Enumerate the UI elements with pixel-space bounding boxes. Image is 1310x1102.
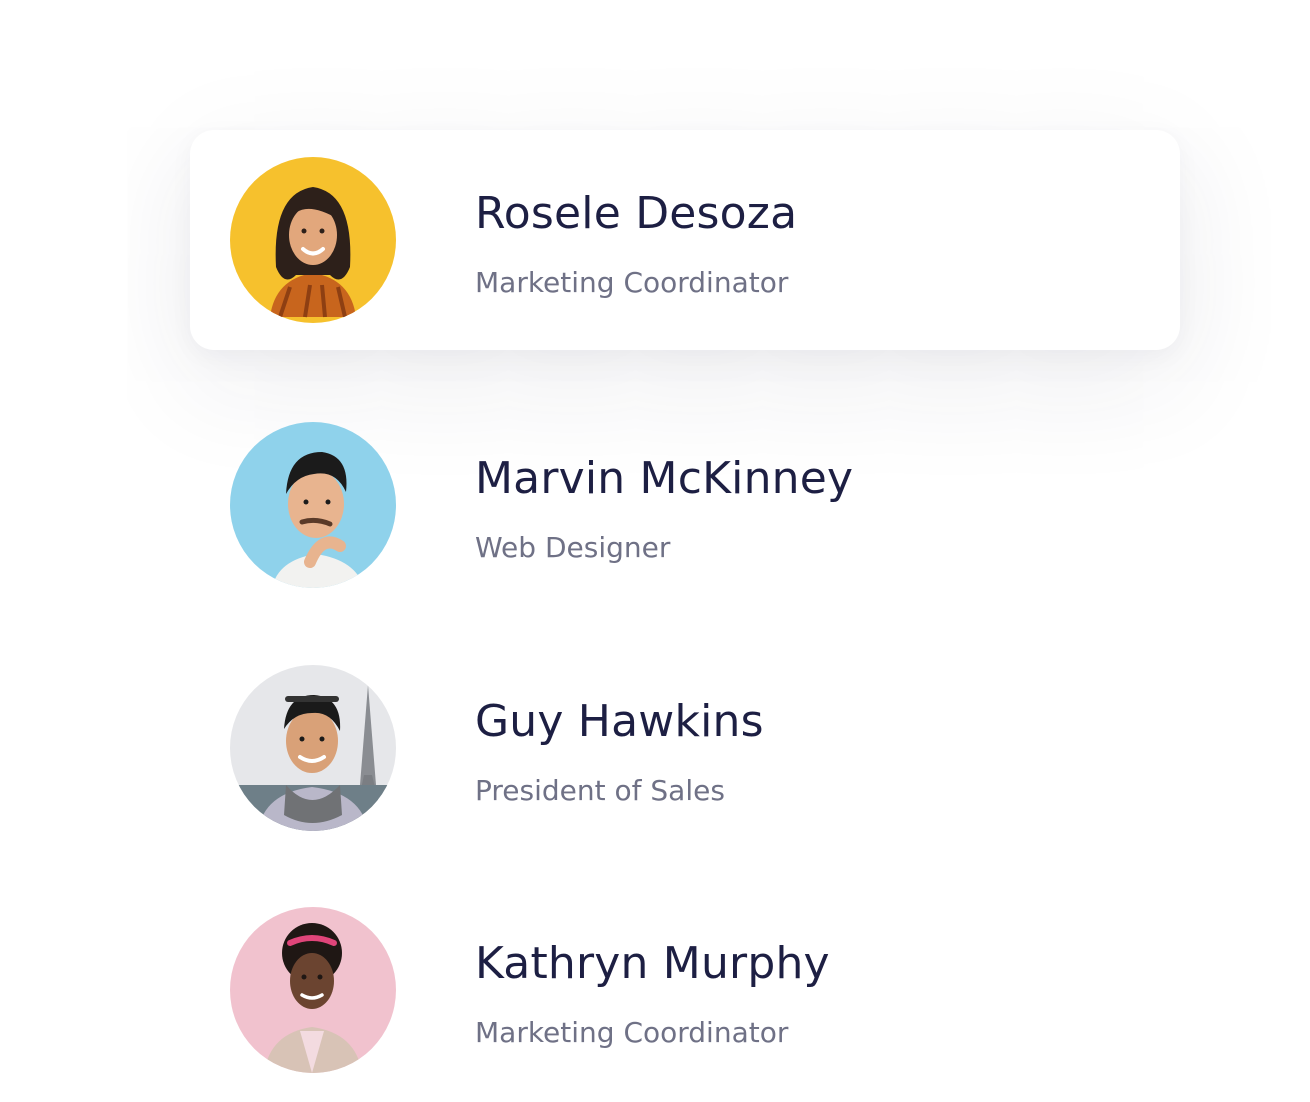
member-role: Marketing Coordinator <box>475 266 789 299</box>
member-name: Rosele Desoza <box>475 188 798 239</box>
member-name: Guy Hawkins <box>475 696 764 747</box>
member-name: Marvin McKinney <box>475 453 854 504</box>
member-name: Kathryn Murphy <box>475 938 830 989</box>
avatar <box>230 422 396 588</box>
member-role: President of Sales <box>475 774 725 807</box>
avatar <box>230 907 396 1073</box>
team-member-card[interactable]: Kathryn Murphy Marketing Coordinator <box>190 880 1180 1100</box>
member-role: Web Designer <box>475 531 671 564</box>
avatar-photo <box>230 907 396 1073</box>
member-role: Marketing Coordinator <box>475 1016 789 1049</box>
team-list: Rosele Desoza Marketing Coordinator Marv… <box>0 0 1310 1102</box>
avatar <box>230 665 396 831</box>
team-member-card[interactable]: Marvin McKinney Web Designer <box>190 395 1180 615</box>
team-member-card[interactable]: Rosele Desoza Marketing Coordinator <box>190 130 1180 350</box>
avatar-photo <box>230 665 396 831</box>
avatar-photo <box>230 422 396 588</box>
team-member-card[interactable]: Guy Hawkins President of Sales <box>190 638 1180 858</box>
avatar-photo <box>230 157 396 323</box>
avatar <box>230 157 396 323</box>
